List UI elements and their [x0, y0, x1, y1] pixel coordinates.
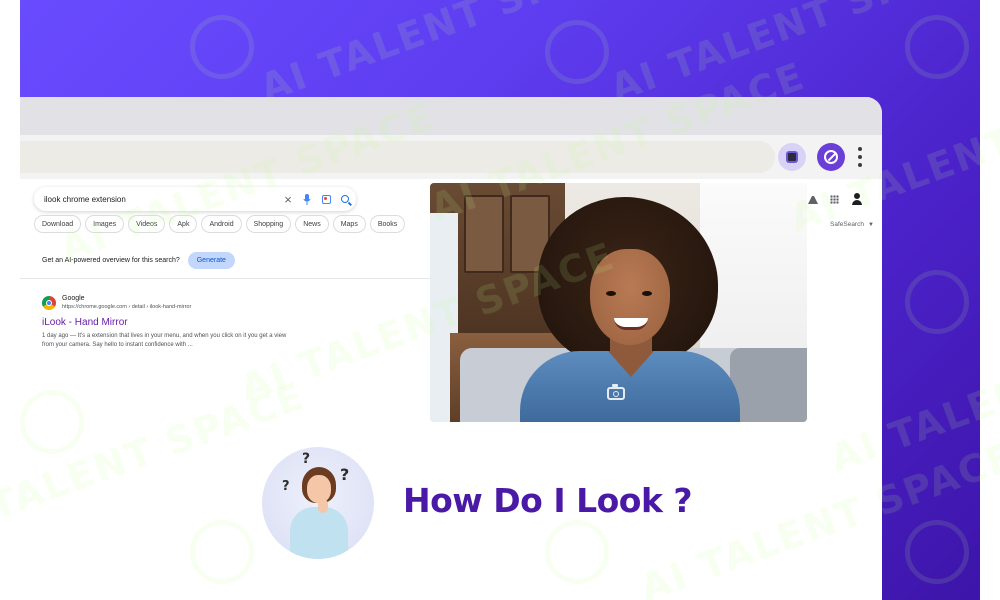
search-icon[interactable] [337, 191, 353, 207]
chip-books[interactable]: Books [369, 215, 406, 233]
watermark-logo-icon [905, 15, 969, 79]
question-mark-icon: ? [340, 465, 350, 484]
person-eye-right [642, 291, 652, 296]
thinking-woman-illustration: ? ? ? [262, 447, 374, 559]
filter-chips: Download Images Videos Apk Android Shopp… [34, 215, 406, 233]
person-eye-left [606, 291, 616, 296]
microphone-icon[interactable] [299, 191, 315, 207]
google-lens-icon[interactable] [318, 191, 334, 207]
more-menu-icon[interactable] [856, 147, 864, 167]
illustration-face [307, 475, 331, 503]
watermark-logo-icon [190, 15, 254, 79]
labs-flask-icon[interactable] [808, 194, 818, 204]
person-face [590, 249, 670, 345]
left-edge-panel [0, 0, 20, 600]
chip-apk[interactable]: Apk [169, 215, 198, 233]
camera-icon[interactable] [599, 380, 633, 406]
result-site-name[interactable]: Google [62, 294, 191, 303]
illustration-body [290, 507, 348, 559]
ilook-extension-icon[interactable] [817, 143, 845, 171]
chip-videos[interactable]: Videos [128, 215, 166, 233]
safesearch-label: SafeSearch [830, 221, 864, 228]
right-edge-panel [980, 0, 1000, 600]
safesearch-menu[interactable]: SafeSearch ▼ [830, 221, 874, 228]
question-mark-icon: ? [302, 451, 311, 467]
camera-mirror-preview [430, 183, 807, 422]
watermark-text: AI TALENT SPACE [604, 0, 991, 111]
divider [20, 278, 430, 279]
close-icon[interactable]: × [280, 191, 296, 207]
result-snippet-line-1: 1 day ago — It's a extension that lives … [42, 333, 287, 339]
chip-android[interactable]: Android [201, 215, 242, 233]
extension-puzzle-icon[interactable] [778, 143, 806, 171]
watermark-logo-icon [905, 520, 969, 584]
account-avatar-icon[interactable] [851, 193, 863, 205]
apps-grid-icon[interactable] [830, 194, 839, 204]
watermark-logo-icon [905, 270, 969, 334]
result-header: Google https://chrome.google.com › detai… [42, 294, 342, 311]
address-bar[interactable] [20, 141, 775, 173]
chip-download[interactable]: Download [34, 215, 82, 233]
generate-button[interactable]: Generate [187, 252, 235, 269]
search-input[interactable]: ilook chrome extension × [34, 187, 356, 211]
header-tools [808, 193, 863, 205]
result-title-link[interactable]: iLook - Hand Mirror [42, 317, 342, 328]
promo-headline: How Do I Look ? [403, 481, 693, 520]
chip-maps[interactable]: Maps [332, 215, 366, 233]
search-query-text[interactable]: ilook chrome extension [44, 195, 280, 204]
result-url[interactable]: https://chrome.google.com › detail › ilo… [62, 303, 191, 311]
caret-down-icon: ▼ [867, 222, 874, 228]
sofa-cushion [730, 348, 807, 422]
tab-bar [20, 97, 882, 135]
chip-news[interactable]: News [295, 215, 329, 233]
ai-overview-prompt: Get an AI-powered overview for this sear… [42, 252, 235, 269]
watermark-logo-icon [545, 20, 609, 84]
chip-shopping[interactable]: Shopping [245, 215, 292, 233]
question-mark-icon: ? [282, 479, 290, 494]
result-snippet: 1 day ago — It's a extension that lives … [42, 332, 342, 350]
chip-images[interactable]: Images [85, 215, 125, 233]
browser-toolbar [20, 135, 882, 179]
illustration-hand [318, 499, 328, 513]
ai-overview-text: Get an AI-powered overview for this sear… [42, 257, 180, 264]
result-snippet-line-2: from your camera. Say hello to instant c… [42, 342, 193, 348]
search-result: Google https://chrome.google.com › detai… [42, 294, 342, 350]
watermark-text: AI TALENT SPACE [254, 0, 641, 111]
chrome-logo-icon [42, 295, 56, 310]
